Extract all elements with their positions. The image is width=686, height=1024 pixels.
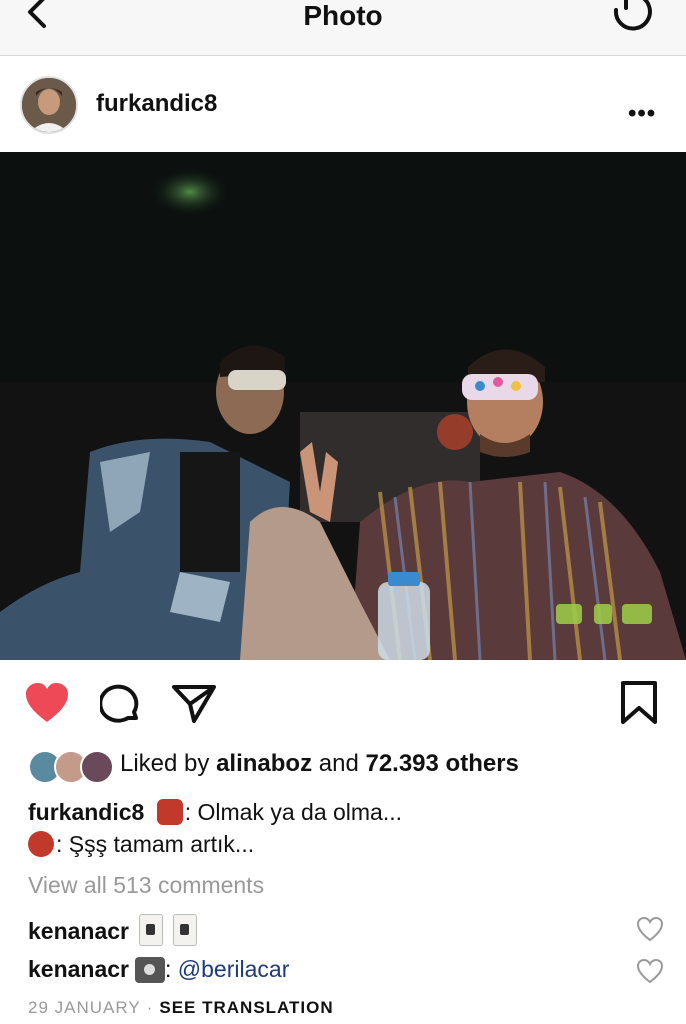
heart-icon[interactable]	[24, 682, 70, 724]
likes-middle: and	[312, 750, 366, 777]
comment-like-heart-icon[interactable]	[636, 958, 664, 984]
likes-text: Liked by alinaboz and 72.393 others	[120, 750, 519, 778]
likes-count-link[interactable]: 72.393 others	[365, 750, 518, 777]
comment-like-heart-icon[interactable]	[636, 916, 664, 942]
top-navigation-bar: Photo	[0, 0, 686, 56]
post-username[interactable]: furkandic8	[96, 90, 217, 118]
comment-text: :	[165, 956, 178, 982]
bookmark-icon[interactable]	[620, 680, 658, 726]
post-photo[interactable]	[0, 152, 686, 660]
mention-link[interactable]: @berilacar	[178, 956, 290, 982]
post-date: 29 JANUARY	[28, 998, 141, 1017]
avatar[interactable]	[20, 76, 78, 134]
ogre-emoji-icon	[28, 831, 54, 857]
date-separator: ·	[146, 998, 154, 1017]
joker-card-emoji-icon	[139, 914, 164, 946]
caption-username[interactable]: furkandic8	[28, 799, 144, 825]
camera-flash-emoji-icon	[135, 957, 166, 983]
mask-emoji-icon	[156, 799, 183, 825]
comment-row: kenanacr: @berilacar	[28, 956, 289, 983]
paper-plane-icon[interactable]	[172, 684, 216, 724]
post-caption: furkandic8 : Olmak ya da olma... : Şşş t…	[28, 796, 668, 860]
post-actions	[0, 660, 686, 744]
comment-username[interactable]: kenanacr	[28, 918, 129, 944]
liked-by-avatars	[28, 750, 114, 784]
likes-prefix: Liked by	[120, 750, 217, 777]
post-header: furkandic8 •••	[0, 56, 686, 152]
comment-username[interactable]: kenanacr	[28, 956, 129, 982]
liked-by-user-link[interactable]: alinaboz	[216, 750, 312, 777]
see-translation-link[interactable]: SEE TRANSLATION	[159, 998, 333, 1017]
caption-line-1: : Olmak ya da olma...	[184, 799, 403, 825]
comment-row: kenanacr	[28, 914, 198, 946]
more-options-icon[interactable]: •••	[628, 100, 656, 128]
view-all-comments-link[interactable]: View all 513 comments	[28, 872, 264, 899]
refresh-icon[interactable]	[606, 0, 658, 38]
page-title: Photo	[303, 0, 383, 31]
comment-icon[interactable]	[100, 684, 142, 724]
caption-line-2: : Şşş tamam artık...	[56, 831, 255, 857]
joker-card-emoji-icon	[173, 914, 198, 946]
post-date-row: 29 JANUARY · SEE TRANSLATION	[28, 998, 334, 1018]
